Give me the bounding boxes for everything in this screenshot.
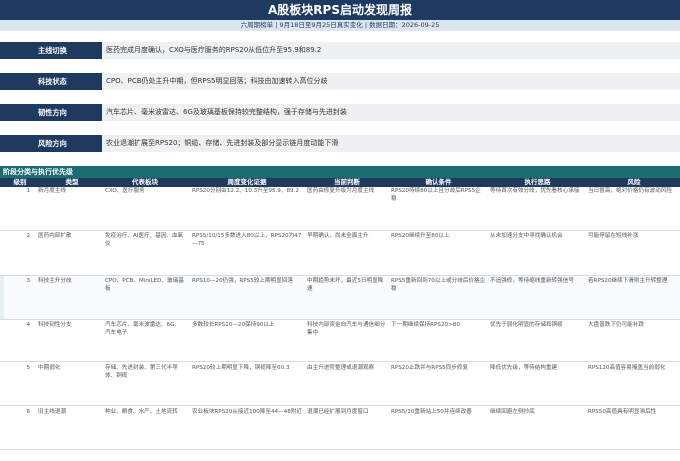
col-header-boards: 代表板块: [132, 178, 158, 186]
row-6-condition: RPS5/10重新站上50并连续改善: [391, 409, 472, 415]
row-1-judgement: 医药由修复升级为月度主线: [307, 188, 375, 194]
row-2-evidence: RPS5/10/15多数进入80以上，RPS20为47—75: [192, 233, 302, 247]
row-1-risk: 当日冒高，绝对价格仍有波动风险: [588, 188, 672, 194]
row-5-level: 5: [26, 365, 30, 371]
row-2-risk: 可能停留在短线补涨: [588, 233, 639, 239]
summary-label-main: 主线切换: [0, 42, 102, 59]
section-bar: [0, 166, 680, 178]
col-header-risk: 风险: [627, 178, 641, 186]
col-header-condition: 确认条件: [425, 178, 452, 186]
row-6-risk: RPS50高值具有明显滞后性: [588, 409, 657, 415]
row-3-boards: CPO、PCB、MiniLED、玻璃基板: [105, 278, 184, 292]
row-separator: [0, 230, 680, 231]
row-3-type: 科技主升分歧: [38, 278, 72, 284]
row-1-evidence: RPS20分别由12.2、10.3升至95.9、89.2: [192, 188, 299, 194]
row-2-level: 2: [26, 233, 30, 239]
row-4-execution: 优先于弱化明显的存储和铜缆: [490, 322, 563, 328]
section-title: 阶段分类与执行优先级: [3, 168, 73, 176]
row-4-level: 4: [26, 322, 30, 328]
summary-label-resilience: 韧性方向: [0, 104, 102, 121]
row-5-condition: RPS20止跌并与RPS5同步修复: [391, 365, 469, 371]
page-title: A股板块RPS启动发现周报: [268, 3, 412, 17]
row-2-boards: 免疫治疗、AI医疗、基因、血氧仪: [105, 233, 184, 247]
row-4-evidence: 多数较长RPS10—20保持90以上: [192, 322, 275, 328]
summary-text-main: 医药完成月度确认，CXO与医疗服务的RPS20从低位升至95.9和89.2: [106, 46, 322, 54]
row-3-execution: 不追强修，等待缩线重新转强信号: [490, 278, 574, 284]
row-3-risk: 若RPS20继续下滑则主升转整理: [588, 278, 668, 284]
row-5-execution: 降低优先级，等待结构重建: [490, 365, 558, 371]
col-header-judgement: 当前判断: [334, 178, 360, 186]
summary-label-tech: 科技状态: [0, 73, 102, 90]
row-2-type: 医药内部扩散: [38, 233, 72, 239]
row-2-execution: 从未加速分支中寻找确认机会: [490, 233, 563, 239]
summary-text-tech: CPO、PCB仍处主升中期，但RPS5明显回落；科技由加速转入高位分歧: [106, 77, 328, 85]
summary-label-risk: 风险方向: [0, 135, 102, 152]
row-3-condition: RPS5重新回到70以上或分歧后价格企稳: [391, 278, 486, 292]
row-6-judgement: 退潮已经扩展到月度窗口: [307, 409, 369, 415]
row-3-judgement: 中期趋势未坏，最近5日明显降速: [307, 278, 384, 292]
row-4-condition: 下一期继续保持RPS20>80: [391, 322, 460, 328]
col-header-execution: 执行思路: [524, 178, 551, 186]
col-header-evidence: 周度变化证据: [227, 178, 267, 186]
row-5-boards: 存储、先进封装、第三代半导体、铜缆: [105, 365, 178, 379]
col-header-level: 级别: [13, 178, 27, 186]
row-separator: [0, 319, 680, 320]
row-5-judgement: 由主升进阶整理或退潮观察: [307, 365, 375, 371]
row-4-judgement: 科技内部资金向汽车与通信细分集中: [307, 322, 386, 336]
row-separator: [0, 449, 680, 450]
row-2-judgement: 早期确认，尚未全面主升: [307, 233, 369, 239]
row-5-type: 中期弱化: [38, 365, 61, 371]
row-6-level: 6: [26, 409, 30, 415]
row-4-risk: 大盘普跌下仍可能补跌: [588, 322, 644, 328]
row-3-evidence: RPS10—20仍强，RPS5较上期明显回落: [192, 278, 293, 284]
row-6-type: 旧主线退潮: [38, 409, 66, 415]
row-1-level: 1: [26, 188, 30, 194]
row-4-boards: 汽车芯片、毫米波雷达、6G、汽车电子: [105, 322, 181, 336]
row-3-level: 3: [26, 278, 30, 284]
row-5-risk: RPS120高值容易掩盖当前弱化: [588, 365, 666, 371]
row-separator: [0, 405, 680, 406]
row-1-condition: RPS20持续80以上且分歧后RPS5企稳: [391, 188, 481, 202]
row-6-boards: 种业、粮食、水产、土地流转: [105, 409, 178, 415]
row-1-execution: 等待首次有效分歧，优先看核心承接: [490, 188, 580, 194]
page-subtitle: 六周期榜单 | 9月18日至9月25日真实变化 | 数据日期：2026-09-2…: [240, 21, 440, 29]
row-5-evidence: RPS20较上期明显下降，铜缆降至60.3: [192, 365, 290, 371]
row-4-type: 科技韧性分支: [38, 322, 72, 328]
row-6-evidence: 农业板块RPS20从接近100降至44—48附近: [192, 409, 302, 415]
row-separator: [0, 275, 680, 276]
row-1-boards: CXO、医疗服务: [105, 188, 145, 194]
row-1-type: 新月度主线: [38, 188, 66, 194]
row-2-condition: RPS20继续升至80以上: [391, 233, 450, 239]
summary-text-resilience: 汽车芯片、毫米波雷达、6G及玻璃基板保持较完整结构，强于存储与先进封装: [106, 108, 347, 116]
col-header-type: 类型: [65, 178, 79, 186]
summary-text-risk: 农业退潮扩展至RPS20；铜缆、存储、先进封装及部分显示链月度动能下滑: [106, 139, 339, 147]
row-separator: [0, 361, 680, 362]
row-6-execution: 继续回避左侧抄底: [490, 409, 535, 415]
